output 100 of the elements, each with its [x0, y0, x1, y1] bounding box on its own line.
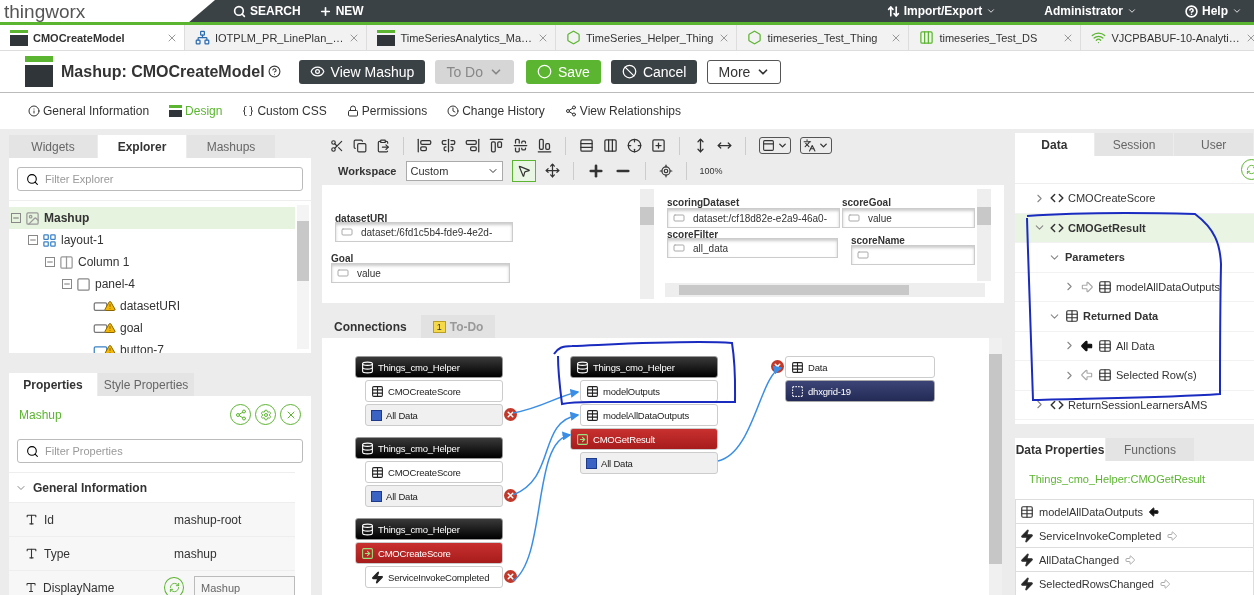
thing-node[interactable]: Things_cmo_Helper — [570, 356, 718, 378]
mashup-icon — [25, 210, 40, 226]
align-bottom-icon[interactable] — [537, 138, 552, 153]
panel-tab[interactable]: User — [1174, 133, 1253, 156]
property-node[interactable]: modelAllDataOutputs — [580, 404, 718, 426]
tree-item[interactable]: layout-1 — [9, 229, 295, 251]
panel-tab[interactable]: Functions — [1106, 438, 1194, 461]
text-field[interactable]: dataset:/6fd1c5b4-fde9-4e2d- — [335, 222, 513, 242]
scrollbar[interactable] — [640, 189, 654, 299]
scrollbar[interactable] — [989, 338, 1002, 595]
square-plus-icon[interactable] — [651, 138, 666, 153]
property-name: Id — [44, 512, 55, 527]
text-field[interactable]: value — [842, 208, 975, 228]
locate-icon[interactable] — [658, 163, 673, 178]
collapse-icon[interactable] — [45, 257, 55, 267]
more-button[interactable]: More — [707, 59, 782, 84]
cancel-button[interactable]: Cancel — [610, 59, 698, 84]
panel-tab[interactable]: Style Properties — [98, 373, 194, 396]
section-tab[interactable]: Custom CSS — [242, 104, 327, 118]
remove-button[interactable] — [504, 489, 517, 502]
panel-tab[interactable]: Session — [1094, 133, 1174, 156]
section-tab[interactable]: View Relationships — [564, 104, 682, 118]
property-node[interactable]: All Data — [580, 452, 718, 474]
help-icon[interactable] — [267, 64, 281, 78]
section-tab[interactable]: Change History — [447, 104, 545, 118]
property-node[interactable]: Data — [785, 356, 935, 378]
widget-node[interactable]: dhxgrid-19 — [785, 380, 935, 402]
x-icon — [506, 410, 515, 419]
section-tab[interactable]: Permissions — [346, 104, 428, 118]
panel-tab[interactable]: Explorer — [98, 135, 186, 158]
property-node[interactable]: modelOutputs — [580, 380, 718, 402]
panel-tab[interactable]: Data Properties — [1015, 438, 1105, 461]
arrow-right-icon — [1166, 529, 1179, 542]
property-node[interactable]: CMOCreateScore — [365, 461, 503, 483]
thing-node[interactable]: Things_cmo_Helper — [355, 437, 503, 459]
binding-item[interactable]: SelectedRowsChanged — [1015, 571, 1254, 595]
align-center-icon[interactable] — [441, 138, 456, 153]
collapse-icon[interactable] — [62, 279, 72, 289]
thing-node[interactable]: Things_cmo_Helper — [355, 518, 503, 540]
tree-item[interactable]: Mashup — [9, 207, 295, 229]
text-field[interactable] — [851, 245, 975, 265]
tree-item[interactable]: Column 1 — [9, 251, 295, 273]
tree-item[interactable]: panel-4 — [9, 273, 295, 295]
crosshair-icon[interactable] — [627, 138, 642, 153]
property-input[interactable]: Mashup — [194, 575, 295, 595]
cut-icon[interactable] — [330, 138, 344, 153]
rows-icon[interactable] — [579, 138, 594, 153]
header-menu-item[interactable]: Import/Export — [886, 4, 997, 18]
property-node[interactable]: CMOCreateScore — [365, 380, 503, 402]
panel-tab[interactable]: 1 To-Do — [420, 315, 496, 338]
service-node[interactable]: CMOGetResult — [570, 428, 718, 450]
move-icon[interactable] — [544, 163, 560, 178]
scrollbar[interactable] — [297, 205, 309, 349]
language-dropdown[interactable] — [800, 137, 832, 154]
text-field[interactable]: dataset:/cf18d82e-e2a9-46a0- — [667, 208, 840, 228]
scrollbar[interactable] — [665, 283, 985, 297]
header-menu-item[interactable]: Help — [1185, 4, 1242, 18]
collapse-icon[interactable] — [11, 213, 21, 223]
workspace-select[interactable]: Custom — [405, 160, 503, 181]
align-top-icon[interactable] — [489, 138, 504, 153]
panel-tab[interactable]: Widgets — [9, 135, 97, 158]
tree-item[interactable]: goal — [9, 317, 295, 339]
property-node[interactable]: All Data — [365, 404, 503, 426]
text-field[interactable]: all_data — [667, 238, 838, 258]
view-button[interactable]: View Mashup — [298, 59, 426, 84]
align-right-icon[interactable] — [465, 138, 480, 153]
copy-icon[interactable] — [353, 138, 367, 153]
layout-dropdown[interactable] — [759, 137, 791, 154]
section-tab[interactable]: General Information — [28, 104, 150, 118]
align-middle-icon[interactable] — [513, 138, 528, 153]
scrollbar[interactable] — [977, 189, 991, 281]
header-menu-item[interactable]: NEW — [318, 4, 364, 18]
columns-icon[interactable] — [603, 138, 618, 153]
pointer-button[interactable] — [511, 159, 536, 182]
text-field[interactable]: value — [331, 263, 510, 283]
header-menu-item[interactable]: Administrator — [1044, 4, 1137, 18]
align-left-icon[interactable] — [417, 138, 432, 153]
property-node[interactable]: All Data — [365, 485, 503, 507]
property-node[interactable]: ServiceInvokeCompleted — [365, 566, 503, 588]
binding-item[interactable]: ServiceInvokeCompleted — [1015, 523, 1254, 547]
mashup-icon — [10, 29, 28, 46]
clock-icon — [447, 105, 460, 117]
editor-tab[interactable]: CMOCreateModel — [0, 25, 185, 50]
paste-icon[interactable] — [376, 138, 390, 153]
panel-tab[interactable]: Mashups — [187, 135, 275, 158]
remove-button[interactable] — [504, 570, 517, 583]
item-label: Selected Row(s) — [1116, 369, 1197, 382]
header-menu-item[interactable]: SEARCH — [233, 4, 301, 18]
thing-node[interactable]: Things_cmo_Helper — [355, 356, 503, 378]
remove-button[interactable] — [504, 408, 517, 421]
service-node[interactable]: CMOCreateScore — [355, 542, 503, 564]
text-type-icon — [25, 581, 38, 594]
binding-item[interactable]: AllDataChanged — [1015, 547, 1254, 571]
panel-tab[interactable]: Properties — [9, 373, 97, 396]
panel-tab[interactable]: Data — [1015, 133, 1094, 156]
binding-item[interactable]: modelAllDataOutputs — [1015, 499, 1254, 523]
collapse-icon[interactable] — [28, 235, 38, 245]
tree-item[interactable]: datasetURI — [9, 295, 295, 317]
data-tree-item[interactable]: CMOGetResult — [1015, 213, 1254, 243]
database-icon — [361, 441, 374, 455]
